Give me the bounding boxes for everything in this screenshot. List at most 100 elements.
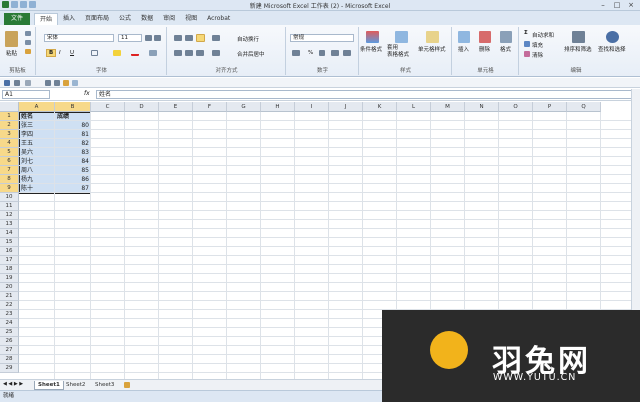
row-header-20[interactable]: 20: [0, 283, 19, 292]
find-select-icon[interactable]: [606, 31, 619, 43]
increase-decimal-icon[interactable]: [331, 50, 339, 56]
close-icon[interactable]: ×: [624, 0, 638, 10]
borders-icon[interactable]: [91, 50, 98, 56]
increase-font-icon[interactable]: [145, 35, 152, 41]
row-header-3[interactable]: 3: [0, 130, 19, 139]
format-as-table-icon[interactable]: [395, 31, 408, 43]
column-header-d[interactable]: D: [125, 102, 159, 112]
column-header-f[interactable]: F: [193, 102, 227, 112]
column-header-a[interactable]: A: [19, 102, 55, 112]
cell-styles-button[interactable]: 单元格样式: [418, 45, 446, 53]
select-all-corner[interactable]: [0, 102, 19, 112]
file-tab[interactable]: 文件: [4, 13, 30, 25]
cut-icon[interactable]: [25, 31, 31, 36]
comma-icon[interactable]: [319, 50, 325, 56]
currency-icon[interactable]: [292, 50, 300, 56]
sigma-icon[interactable]: Σ: [524, 30, 528, 36]
column-header-i[interactable]: I: [295, 102, 329, 112]
column-header-n[interactable]: N: [465, 102, 499, 112]
data-cell-name[interactable]: 吴六: [19, 148, 55, 157]
row-header-22[interactable]: 22: [0, 301, 19, 310]
sheet-nav-arrows[interactable]: ◀ ◀ ▶ ▶: [3, 381, 23, 387]
row-header-13[interactable]: 13: [0, 220, 19, 229]
conditional-format-button[interactable]: 条件格式: [360, 45, 382, 53]
name-box[interactable]: A1: [2, 90, 50, 99]
font-size-select[interactable]: 11: [118, 34, 142, 42]
tab-formulas[interactable]: 公式: [114, 13, 136, 25]
column-header-b[interactable]: B: [55, 102, 91, 112]
orientation-icon[interactable]: [212, 35, 220, 41]
column-header-j[interactable]: J: [329, 102, 363, 112]
find-select-button[interactable]: 查找和选择: [598, 45, 626, 53]
column-header-g[interactable]: G: [227, 102, 261, 112]
data-cell-score[interactable]: 82: [55, 139, 91, 148]
row-header-5[interactable]: 5: [0, 148, 19, 157]
tab-data[interactable]: 数据: [136, 13, 158, 25]
cell-styles-icon[interactable]: [426, 31, 439, 43]
merge-center-button[interactable]: 合并后居中: [237, 50, 265, 58]
clear-button[interactable]: 清除: [532, 51, 543, 59]
conditional-format-icon[interactable]: [366, 31, 379, 43]
delete-cells-icon[interactable]: [479, 31, 491, 43]
clear-icon[interactable]: [524, 51, 530, 57]
column-header-q[interactable]: Q: [567, 102, 601, 112]
row-header-23[interactable]: 23: [0, 310, 19, 319]
data-cell-name[interactable]: 王五: [19, 139, 55, 148]
sheet-tab-3[interactable]: Sheet3: [92, 381, 117, 390]
tab-review[interactable]: 审阅: [158, 13, 180, 25]
sheet-tab-2[interactable]: Sheet2: [63, 381, 88, 390]
row-header-14[interactable]: 14: [0, 229, 19, 238]
row-header-18[interactable]: 18: [0, 265, 19, 274]
row-header-24[interactable]: 24: [0, 319, 19, 328]
insert-cells-button[interactable]: 插入: [458, 45, 469, 53]
tab-home[interactable]: 开始: [34, 13, 59, 25]
column-header-o[interactable]: O: [499, 102, 533, 112]
percent-button[interactable]: %: [308, 50, 313, 56]
data-cell-score[interactable]: 87: [55, 184, 91, 193]
column-header-k[interactable]: K: [363, 102, 397, 112]
tab-view[interactable]: 视图: [180, 13, 202, 25]
copy-icon[interactable]: [25, 40, 31, 45]
data-cell-score[interactable]: 80: [55, 121, 91, 130]
formula-input[interactable]: 姓名: [96, 90, 632, 99]
align-bottom-icon[interactable]: [196, 34, 205, 42]
save-icon[interactable]: [4, 80, 10, 86]
italic-button[interactable]: I: [59, 50, 61, 56]
delete-cells-button[interactable]: 删除: [479, 45, 490, 53]
column-header-e[interactable]: E: [159, 102, 193, 112]
column-header-p[interactable]: P: [533, 102, 567, 112]
align-right-icon[interactable]: [196, 50, 204, 56]
header-cell-score[interactable]: 成绩: [55, 112, 91, 121]
column-header-l[interactable]: L: [397, 102, 431, 112]
data-cell-score[interactable]: 85: [55, 166, 91, 175]
row-header-28[interactable]: 28: [0, 355, 19, 364]
row-header-10[interactable]: 10: [0, 193, 19, 202]
format-cells-button[interactable]: 格式: [500, 45, 511, 53]
indent-icon[interactable]: [212, 50, 220, 56]
format-cells-icon[interactable]: [500, 31, 512, 43]
sheet-tab-1[interactable]: Sheet1: [34, 381, 64, 390]
insert-cells-icon[interactable]: [458, 31, 470, 43]
bold-button[interactable]: B: [46, 49, 57, 57]
data-cell-name[interactable]: 张三: [19, 121, 55, 130]
paste-icon[interactable]: [5, 31, 18, 47]
column-header-c[interactable]: C: [91, 102, 125, 112]
redo-icon[interactable]: [25, 80, 31, 86]
format-as-table-button[interactable]: 套用 表格格式: [387, 45, 409, 59]
row-header-2[interactable]: 2: [0, 121, 19, 130]
phonetic-icon[interactable]: [149, 50, 157, 56]
row-header-26[interactable]: 26: [0, 337, 19, 346]
row-header-12[interactable]: 12: [0, 211, 19, 220]
row-header-27[interactable]: 27: [0, 346, 19, 355]
new-sheet-icon[interactable]: [124, 382, 130, 388]
data-cell-score[interactable]: 83: [55, 148, 91, 157]
format-painter-icon[interactable]: [25, 49, 31, 54]
minimize-icon[interactable]: –: [596, 0, 610, 10]
open-icon[interactable]: [63, 80, 69, 86]
row-header-4[interactable]: 4: [0, 139, 19, 148]
insert-function-button[interactable]: fx: [84, 90, 90, 97]
data-cell-name[interactable]: 刘七: [19, 157, 55, 166]
tab-acrobat[interactable]: Acrobat: [202, 13, 235, 25]
fill-color-icon[interactable]: [113, 50, 121, 56]
maximize-icon[interactable]: □: [610, 0, 624, 10]
